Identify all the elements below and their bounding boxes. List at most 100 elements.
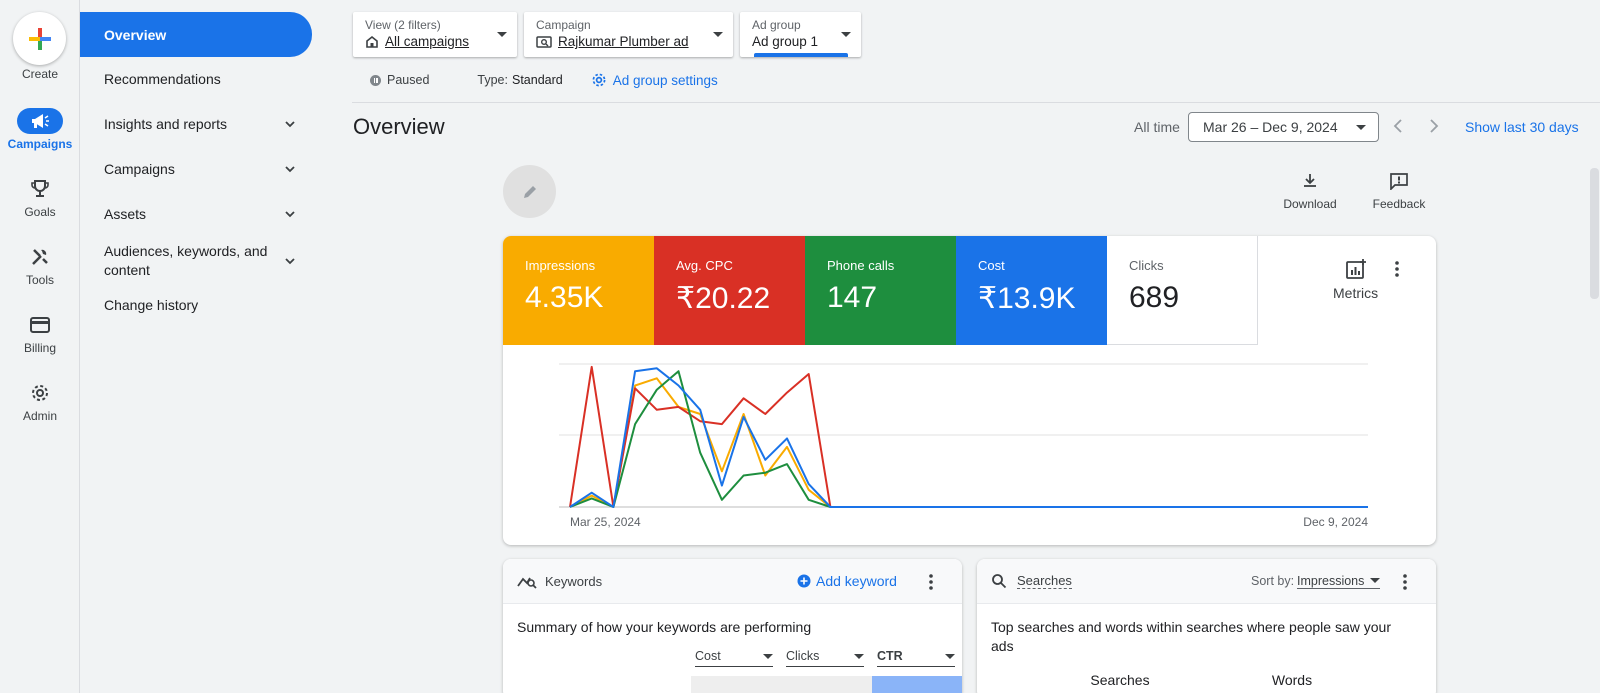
show-last-30-days-link[interactable]: Show last 30 days xyxy=(1465,119,1579,135)
edit-button[interactable] xyxy=(503,165,556,218)
settings-gear-icon xyxy=(592,73,606,87)
caret-down-icon xyxy=(497,32,507,37)
column-header-cost[interactable]: Cost xyxy=(695,649,773,667)
type-value: Standard xyxy=(511,73,563,87)
sidebar-item-overview[interactable]: Overview xyxy=(80,12,312,57)
caret-down-icon xyxy=(841,32,851,37)
create-button[interactable] xyxy=(13,12,66,65)
tile-value: ₹13.9K xyxy=(978,282,1076,315)
sidebar: Overview Recommendations Insights and re… xyxy=(80,0,332,693)
tile-label: Phone calls xyxy=(827,258,895,273)
searches-summary: Top searches and words within searches w… xyxy=(991,619,1391,654)
searches-title[interactable]: Searches xyxy=(1017,573,1072,589)
download-label: Download xyxy=(1283,197,1337,211)
add-keyword-button[interactable]: Add keyword xyxy=(797,573,897,589)
credit-card-icon xyxy=(17,312,63,338)
prev-period-button[interactable] xyxy=(1388,116,1408,136)
caret-down-icon xyxy=(854,653,864,659)
download-icon xyxy=(1304,174,1316,187)
sidebar-item-assets[interactable]: Assets xyxy=(80,203,312,225)
sidebar-item-insights[interactable]: Insights and reports xyxy=(80,113,312,135)
view-filter[interactable]: View (2 filters) All campaigns xyxy=(353,12,517,57)
rail-item-billing[interactable]: Billing xyxy=(0,312,80,355)
more-vert-icon xyxy=(929,574,933,590)
metrics-button[interactable]: Metrics xyxy=(1333,258,1378,301)
tile-value: ₹20.22 xyxy=(676,282,771,315)
searches-more-button[interactable] xyxy=(1403,574,1407,593)
sidebar-item-audiences[interactable]: Audiences, keywords, and content xyxy=(80,241,312,281)
adgroup-settings-link[interactable]: Ad group settings xyxy=(591,72,718,88)
search-icon xyxy=(992,574,1007,589)
tile-phone-calls[interactable]: Phone calls 147 xyxy=(805,236,956,345)
home-icon xyxy=(366,35,378,48)
metrics-label: Metrics xyxy=(1333,285,1379,301)
divider xyxy=(352,102,1600,103)
page-title: Overview xyxy=(353,114,445,139)
chevron-left-icon xyxy=(1393,119,1402,133)
adgroup-filter[interactable]: Ad group Ad group 1 xyxy=(740,12,861,57)
column-header-clicks[interactable]: Clicks xyxy=(786,649,864,667)
status-state: Paused xyxy=(387,73,430,87)
series-line-phone-calls xyxy=(569,370,1368,508)
add-chart-icon xyxy=(1345,259,1366,279)
scrollbar-thumb[interactable] xyxy=(1590,168,1599,299)
sidebar-item-label: Overview xyxy=(104,26,167,43)
campaign-filter[interactable]: Campaign Rajkumar Plumber ad xyxy=(524,12,733,57)
rail-item-admin[interactable]: Admin xyxy=(0,380,80,423)
feedback-button[interactable]: Feedback xyxy=(1370,172,1428,211)
caret-down-icon xyxy=(763,653,773,659)
column-header-ctr[interactable]: CTR xyxy=(877,649,955,667)
rail-item-goals[interactable]: Goals xyxy=(0,176,80,219)
tab-words[interactable]: Words xyxy=(1265,672,1319,688)
table-row-highlight xyxy=(872,676,962,693)
column-label: Clicks xyxy=(786,649,820,663)
alltime-label: All time xyxy=(1134,119,1180,135)
chevron-down-icon xyxy=(285,166,295,173)
sort-by-select[interactable]: Impressions xyxy=(1297,573,1381,589)
chevron-right-icon xyxy=(1430,119,1439,133)
sidebar-item-change-history[interactable]: Change history xyxy=(80,294,312,316)
searches-card: Searches Sort by: Impressions Top search… xyxy=(977,559,1436,693)
sidebar-item-label: Audiences, keywords, and content xyxy=(104,243,268,278)
keywords-summary: Summary of how your keywords are perform… xyxy=(517,619,812,635)
overview-more-button[interactable] xyxy=(1395,261,1399,282)
adgroup-filter-value: Ad group 1 xyxy=(752,34,819,49)
tab-searches[interactable]: Searches xyxy=(1090,672,1150,688)
campaign-search-icon xyxy=(536,35,552,48)
gear-icon xyxy=(17,380,63,406)
pencil-icon xyxy=(523,185,536,198)
keyword-trend-icon xyxy=(517,577,537,589)
adgroup-filter-label: Ad group xyxy=(752,18,801,32)
tile-label: Avg. CPC xyxy=(676,258,733,273)
sort-by-label: Sort by: xyxy=(1251,574,1295,588)
series-line-avg-cpc xyxy=(569,365,1368,508)
caret-down-icon xyxy=(1356,125,1366,130)
download-button[interactable]: Download xyxy=(1282,172,1338,211)
sidebar-item-label: Insights and reports xyxy=(104,116,227,132)
keywords-more-button[interactable] xyxy=(929,574,933,593)
tile-cost[interactable]: Cost ₹13.9K xyxy=(956,236,1107,345)
tile-avg-cpc[interactable]: Avg. CPC ₹20.22 xyxy=(654,236,805,345)
adgroup-settings-label: Ad group settings xyxy=(612,72,718,88)
column-label: Cost xyxy=(695,649,721,663)
tile-impressions[interactable]: Impressions 4.35K xyxy=(503,236,654,345)
rail-item-campaigns[interactable]: Campaigns xyxy=(0,108,80,151)
tile-label: Cost xyxy=(978,258,1005,273)
sidebar-item-label: Campaigns xyxy=(104,161,175,177)
tile-clicks[interactable]: Clicks 689 xyxy=(1107,236,1258,345)
sidebar-item-campaigns[interactable]: Campaigns xyxy=(80,158,312,180)
sidebar-item-recommendations[interactable]: Recommendations xyxy=(80,68,312,90)
rail-item-label: Admin xyxy=(22,409,57,423)
sort-by-value: Impressions xyxy=(1297,573,1365,588)
sidebar-item-label: Recommendations xyxy=(104,71,221,87)
next-period-button[interactable] xyxy=(1424,116,1444,136)
campaign-filter-label: Campaign xyxy=(536,18,591,32)
rail-item-label: Tools xyxy=(25,273,54,287)
plus-icon xyxy=(28,27,51,50)
chevron-down-icon xyxy=(285,258,295,265)
date-range-picker[interactable]: Mar 26 – Dec 9, 2024 xyxy=(1188,112,1379,142)
caret-down-icon xyxy=(945,653,955,659)
overview-card: Impressions 4.35K Avg. CPC ₹20.22 Phone … xyxy=(503,236,1436,545)
rail-item-tools[interactable]: Tools xyxy=(0,244,80,287)
paused-icon xyxy=(370,74,381,86)
